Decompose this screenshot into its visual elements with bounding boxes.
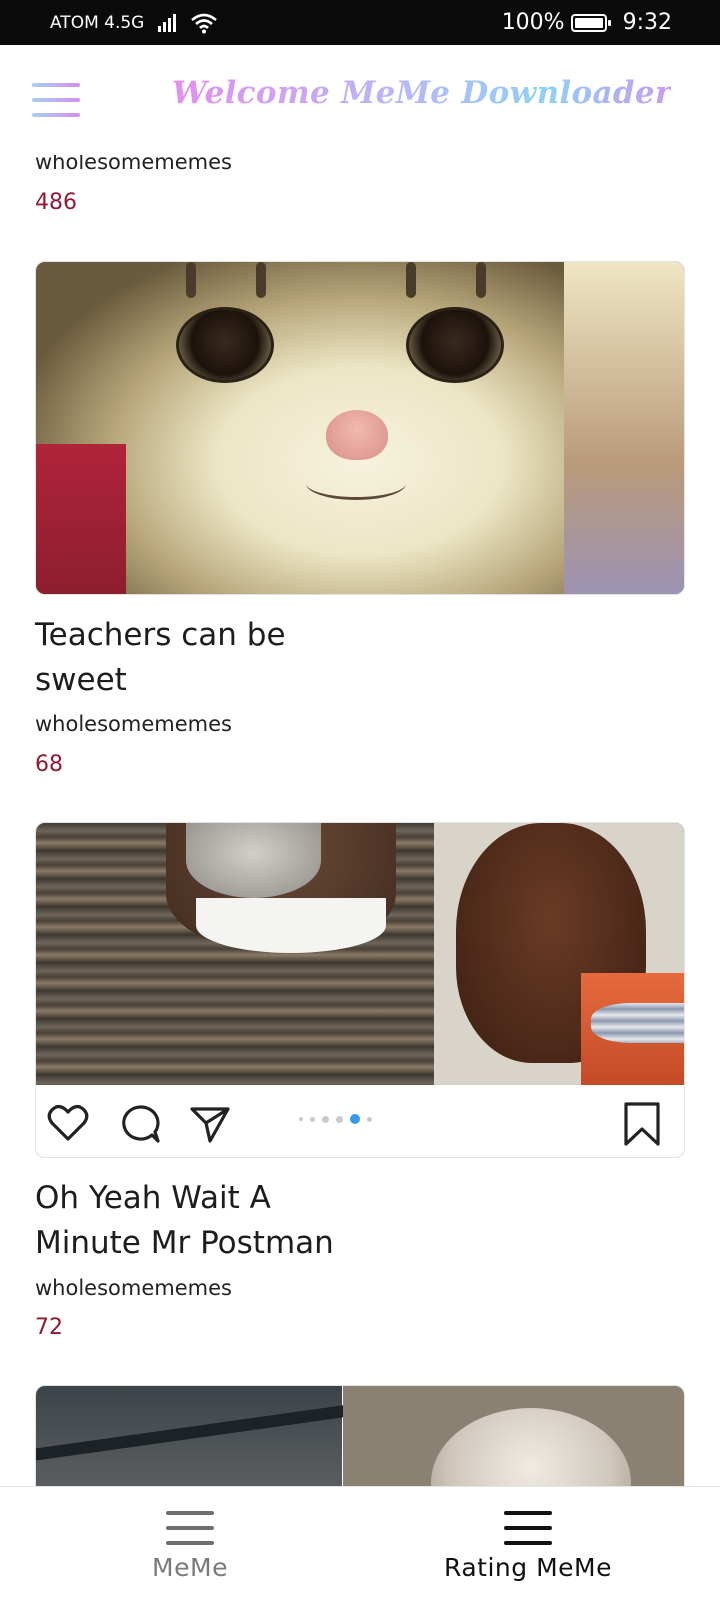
meme-feed[interactable]: wholesomememes 486 Teachers can be sweet… xyxy=(0,0,720,1600)
nav-item-meme[interactable]: MeMe xyxy=(10,1487,370,1601)
bottom-navigation: MeMe Rating MeMe xyxy=(0,1486,720,1601)
smiling-cat-photo[interactable] xyxy=(35,261,685,595)
menu-icon xyxy=(504,1511,552,1545)
carousel-dots xyxy=(299,1114,372,1124)
post-title: Teachers can be sweet xyxy=(35,617,286,698)
post-subreddit: wholesomememes xyxy=(35,712,232,736)
post-upvotes: 72 xyxy=(35,1315,63,1340)
menu-icon xyxy=(166,1511,214,1545)
send-icon xyxy=(190,1107,230,1143)
heart-icon xyxy=(47,1105,89,1141)
hamburger-menu-icon[interactable] xyxy=(32,81,80,121)
app-title: Welcome MeMe Downloader xyxy=(172,75,672,111)
post-upvotes: 486 xyxy=(35,190,77,215)
post-upvotes: 68 xyxy=(35,752,63,777)
grandpa-and-kid-photo[interactable] xyxy=(35,822,685,1158)
post-subreddit: wholesomememes xyxy=(35,1276,232,1300)
comment-icon xyxy=(122,1105,160,1143)
app-header: Welcome MeMe Downloader xyxy=(0,45,720,155)
nav-label-meme: MeMe xyxy=(152,1553,228,1582)
instagram-action-bar xyxy=(36,1085,684,1153)
bookmark-icon xyxy=(624,1102,660,1146)
nav-item-rating-meme[interactable]: Rating MeMe xyxy=(348,1487,708,1601)
post-title: Oh Yeah Wait A Minute Mr Postman xyxy=(35,1180,334,1261)
nav-label-rating-meme: Rating MeMe xyxy=(444,1553,612,1582)
